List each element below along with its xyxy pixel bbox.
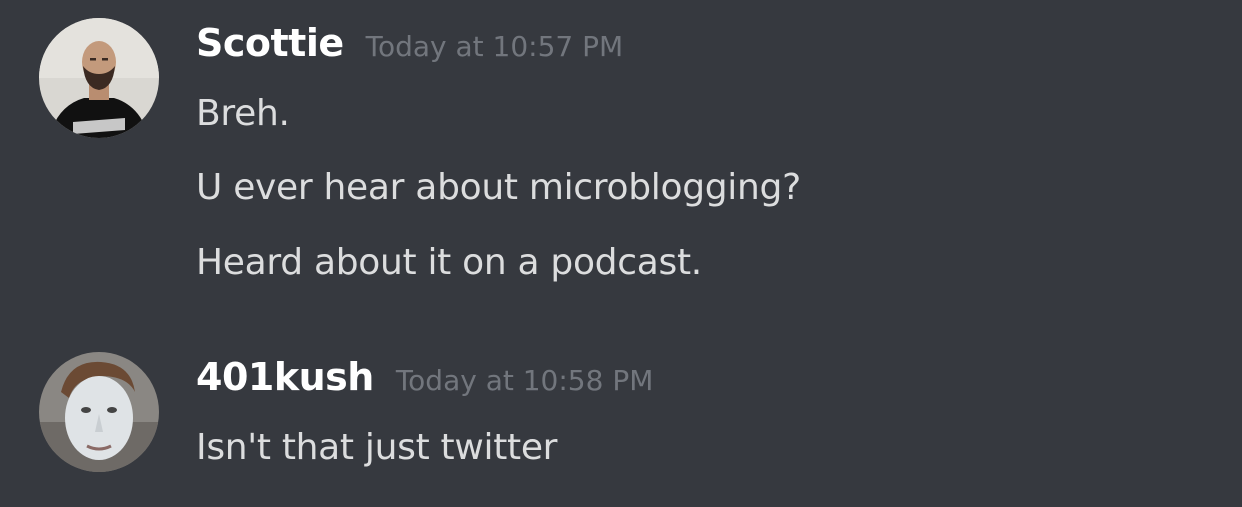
- bald-bearded-man-avatar-icon: [39, 18, 159, 138]
- message-text: Breh.: [196, 93, 290, 134]
- message-text: U ever hear about microblogging?: [196, 167, 801, 208]
- timestamp[interactable]: Today at 10:58 PM: [396, 364, 654, 397]
- user-avatar[interactable]: [39, 352, 159, 472]
- message-header: 401kush Today at 10:58 PM: [196, 358, 653, 396]
- message-header: Scottie Today at 10:57 PM: [196, 24, 623, 62]
- pale-face-man-avatar-icon: [39, 352, 159, 472]
- username[interactable]: Scottie: [196, 21, 344, 65]
- username[interactable]: 401kush: [196, 355, 374, 399]
- message-text: Heard about it on a podcast.: [196, 242, 702, 283]
- timestamp[interactable]: Today at 10:57 PM: [366, 30, 624, 63]
- user-avatar[interactable]: [39, 18, 159, 138]
- chat-message-list: Scottie Today at 10:57 PM Breh. U ever he…: [0, 0, 1242, 507]
- message-text: Isn't that just twitter: [196, 427, 558, 468]
